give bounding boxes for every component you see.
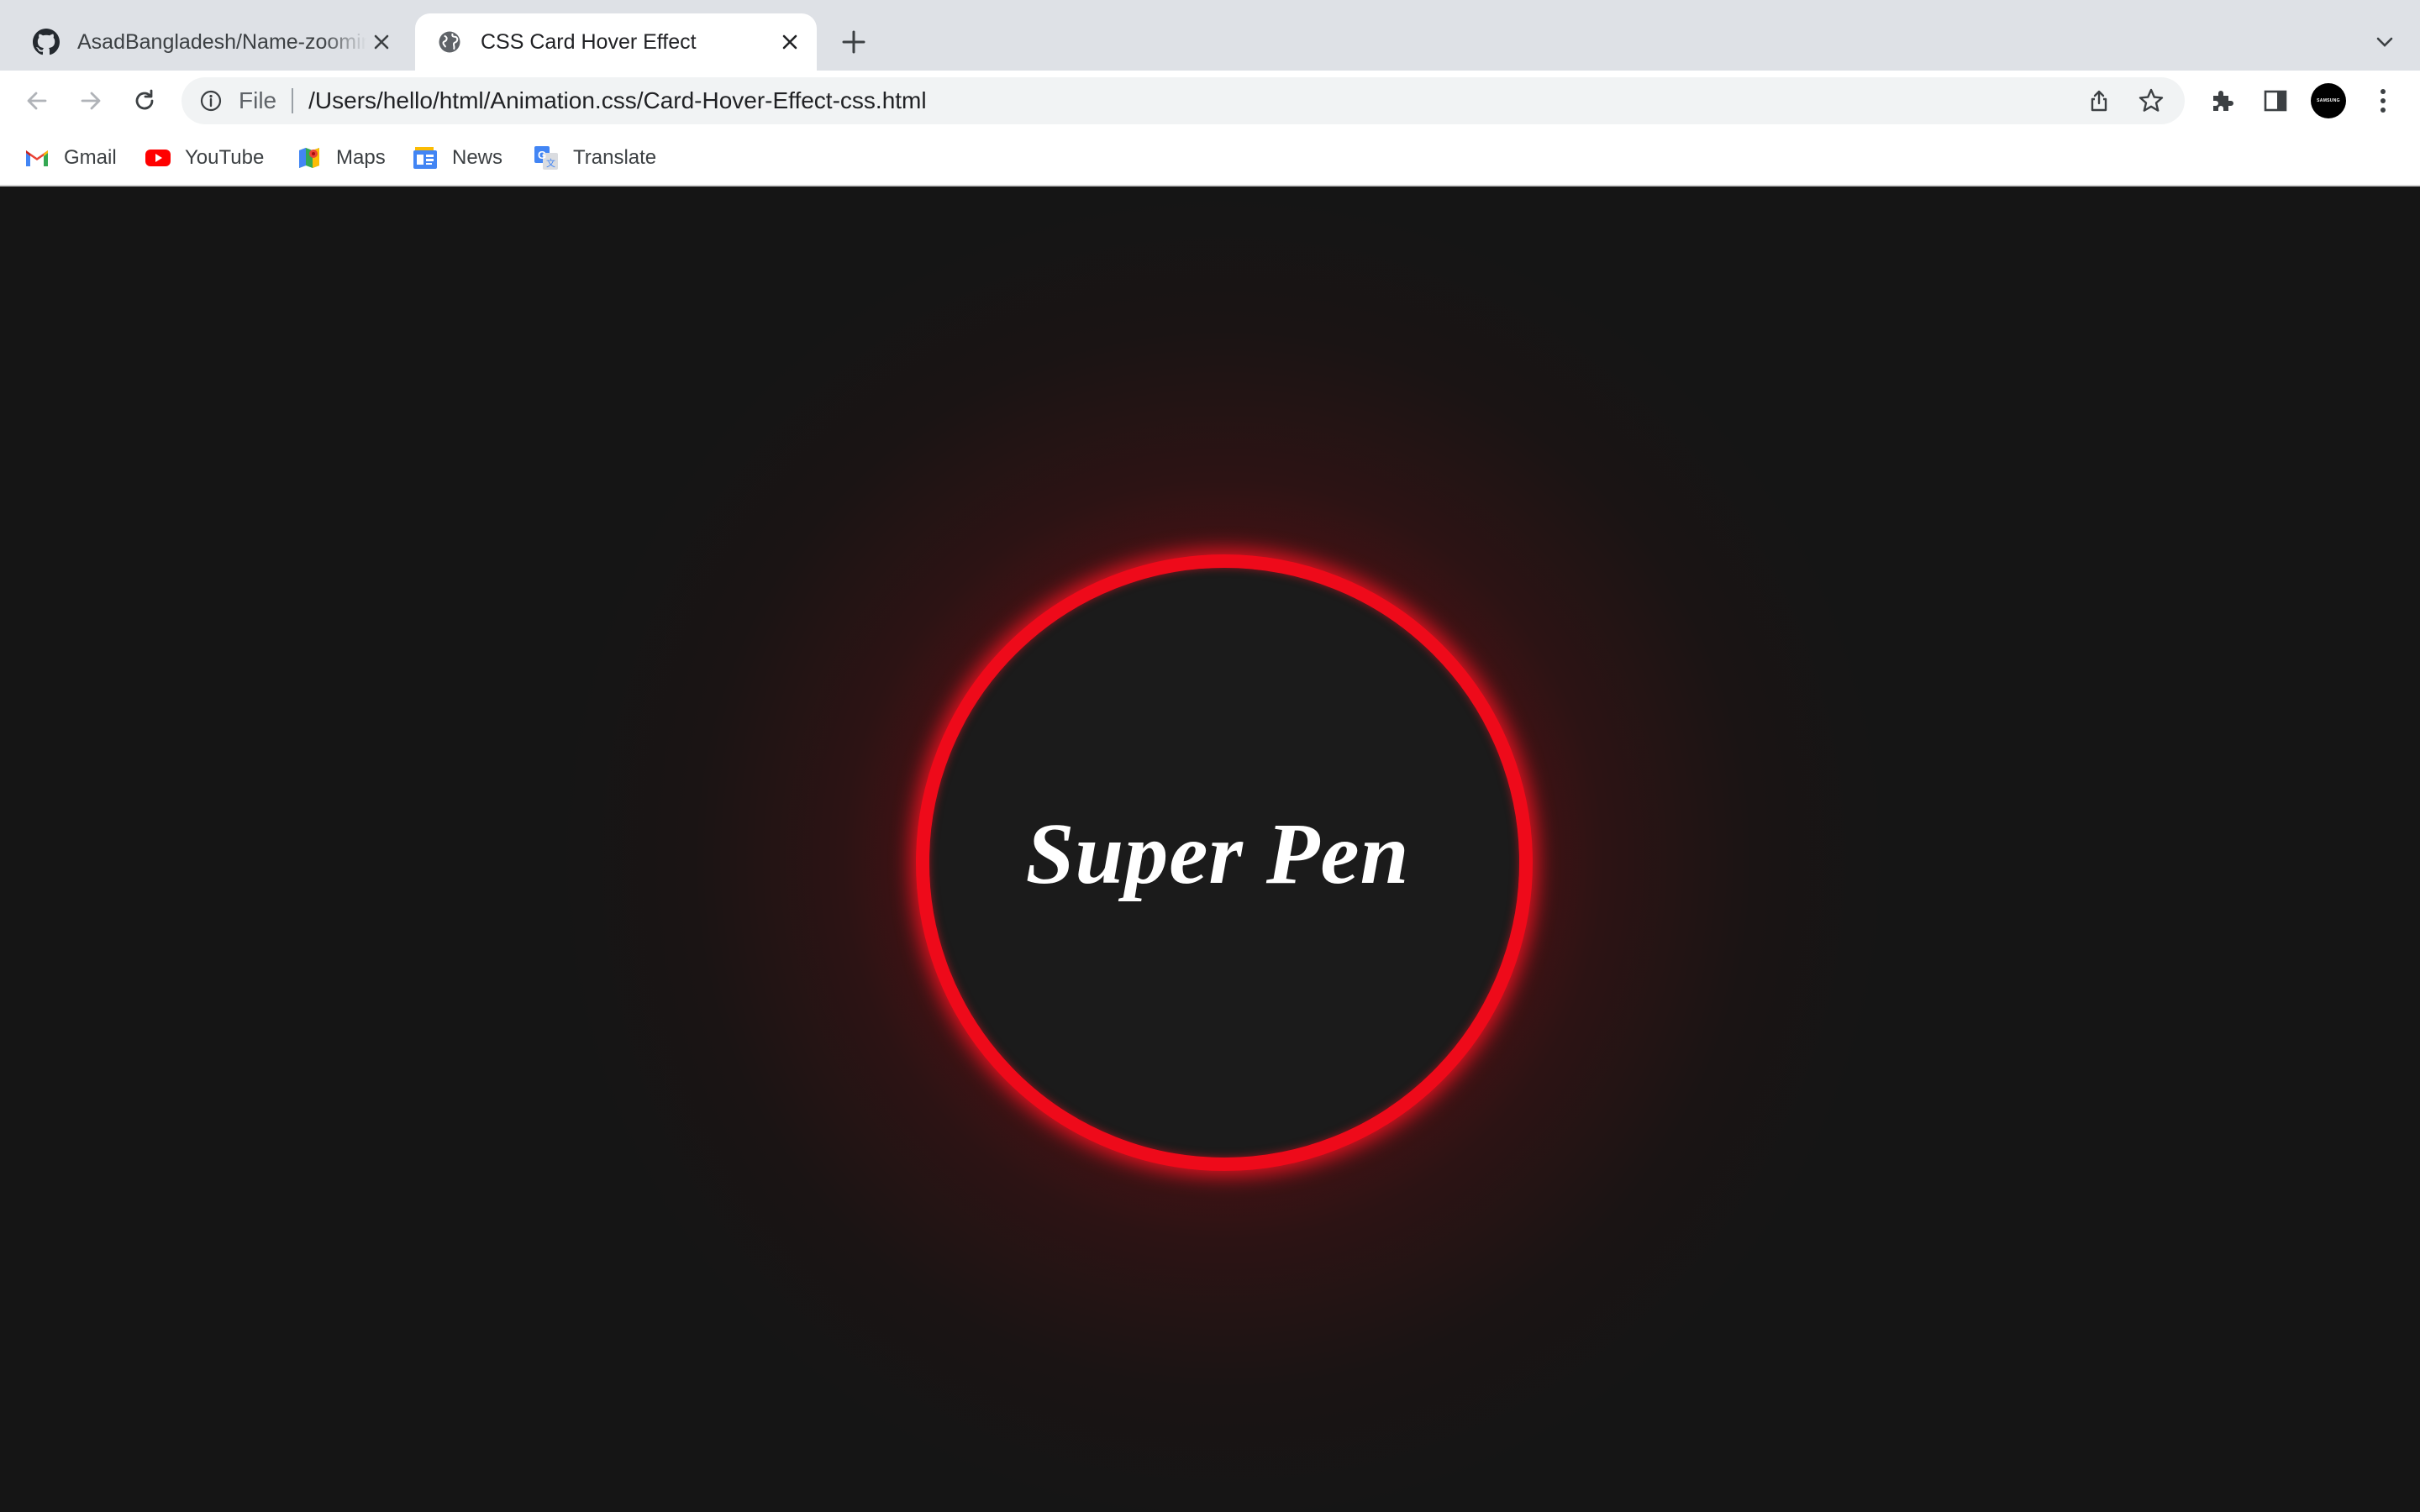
arrow-right-icon [81, 92, 101, 110]
bookmark-youtube[interactable]: YouTube [145, 143, 264, 173]
reload-button[interactable] [126, 82, 163, 119]
plus-icon [842, 30, 865, 54]
bookmark-label: YouTube [185, 146, 265, 169]
bookmark-label: Gmail [64, 146, 117, 169]
kebab-menu-icon [2381, 89, 2386, 113]
new-tab-button[interactable] [837, 25, 871, 59]
tab-github[interactable]: AsadBangladesh/Name-zooming [13, 13, 408, 71]
back-button[interactable] [18, 82, 55, 119]
tab-title: AsadBangladesh/Name-zooming [77, 29, 366, 54]
tab-title: CSS Card Hover Effect [481, 29, 697, 54]
reload-icon [135, 89, 154, 110]
divider [292, 88, 294, 113]
news-icon [412, 144, 439, 171]
menu-button[interactable] [2365, 82, 2402, 119]
puzzle-icon [2213, 91, 2233, 111]
translate-icon: G文 [533, 144, 560, 171]
profile-avatar[interactable]: SAMSUNG [2311, 83, 2346, 118]
bookmark-gmail[interactable]: Gmail [24, 143, 117, 173]
close-icon[interactable] [775, 27, 805, 57]
maps-icon [296, 144, 323, 171]
side-panel-icon [2264, 90, 2287, 112]
arrow-left-icon [27, 92, 47, 110]
bookmark-label: News [452, 146, 503, 169]
svg-text:G: G [538, 149, 546, 161]
bookmarks-bar: Gmail YouTube Maps News G文 Translate [0, 131, 2420, 186]
bookmark-translate[interactable]: G文 Translate [533, 143, 656, 173]
bookmark-label: Maps [336, 146, 386, 169]
info-icon[interactable] [197, 87, 225, 115]
url-text[interactable]: /Users/hello/html/Animation.css/Card-Hov… [308, 87, 2081, 114]
bookmark-star-icon[interactable] [2133, 82, 2170, 119]
close-icon[interactable] [366, 27, 397, 57]
bookmark-label: Translate [573, 146, 657, 169]
page-content: Super Pen [0, 186, 2420, 1512]
globe-icon [435, 28, 464, 56]
side-panel-button[interactable] [2257, 82, 2294, 119]
address-bar[interactable]: File /Users/hello/html/Animation.css/Car… [182, 77, 2185, 124]
tab-search-button[interactable] [2368, 25, 2402, 59]
glowing-ring-card[interactable]: Super Pen [916, 554, 1533, 1171]
browser-toolbar: File /Users/hello/html/Animation.css/Car… [0, 71, 2420, 131]
bookmark-news[interactable]: News [412, 143, 502, 173]
github-icon [32, 28, 60, 56]
url-scheme-label: File [239, 87, 277, 113]
card-title: Super Pen [1025, 805, 1410, 902]
tab-css-card-hover-effect[interactable]: CSS Card Hover Effect [415, 13, 817, 71]
chevron-down-icon [2376, 37, 2393, 47]
svg-text:文: 文 [546, 157, 555, 169]
extensions-button[interactable] [2203, 82, 2240, 119]
youtube-icon [145, 144, 171, 171]
gmail-icon [24, 144, 50, 171]
share-icon[interactable] [2081, 82, 2118, 119]
tab-strip: AsadBangladesh/Name-zooming CSS Card Hov… [0, 0, 2420, 71]
forward-button[interactable] [72, 82, 109, 119]
bookmark-maps[interactable]: Maps [296, 143, 386, 173]
